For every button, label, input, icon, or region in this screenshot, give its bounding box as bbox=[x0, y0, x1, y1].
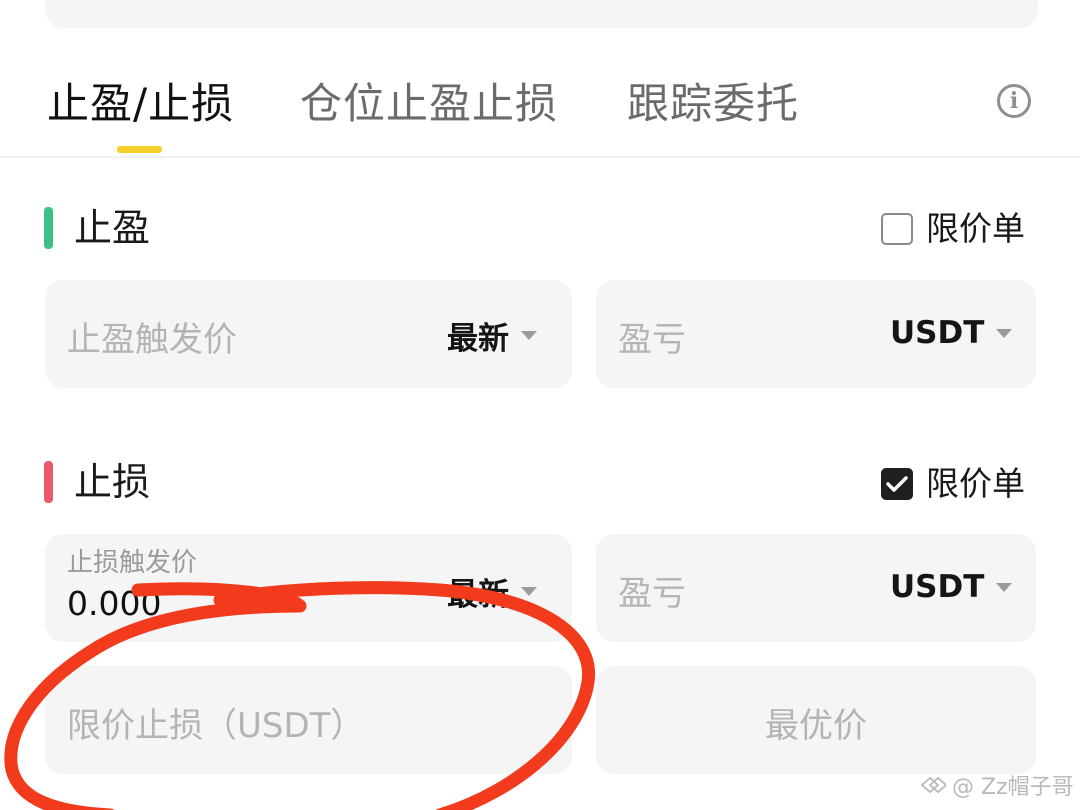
take-profit-unit-label: USDT bbox=[890, 315, 985, 351]
take-profit-pnl-placeholder: 盈亏 bbox=[618, 320, 686, 360]
tab-tp-sl[interactable]: 止盈/止损 bbox=[47, 78, 234, 130]
previous-input-card[interactable] bbox=[45, 0, 1038, 28]
stop-loss-trigger-label: 止损触发价 bbox=[67, 548, 198, 578]
take-profit-trigger-placeholder: 止盈触发价 bbox=[67, 320, 237, 360]
stop-loss-limit-order-toggle[interactable]: 限价单 bbox=[881, 464, 1025, 504]
stop-loss-unit-label: USDT bbox=[890, 569, 985, 605]
chevron-down-icon bbox=[996, 582, 1013, 592]
take-profit-accent-bar bbox=[44, 207, 53, 249]
stop-loss-trigger-value: 0.000 bbox=[67, 584, 162, 623]
chevron-down-icon bbox=[521, 587, 537, 596]
chevron-down-icon bbox=[521, 331, 537, 340]
take-profit-limit-checkbox[interactable] bbox=[881, 213, 913, 245]
active-tab-indicator bbox=[117, 146, 162, 153]
stop-loss-pnl-placeholder: 盈亏 bbox=[618, 574, 686, 614]
watermark-text: @ Zz帽子哥 bbox=[952, 775, 1074, 800]
stop-loss-trigger-price-input[interactable]: 止损触发价 0.000 最新 bbox=[45, 534, 572, 642]
stop-loss-title: 止损 bbox=[74, 460, 151, 504]
take-profit-price-source-dropdown[interactable]: 最新 bbox=[447, 313, 537, 358]
take-profit-title: 止盈 bbox=[74, 206, 151, 250]
stop-loss-limit-checkbox[interactable] bbox=[881, 468, 913, 500]
take-profit-limit-label: 限价单 bbox=[926, 209, 1025, 248]
take-profit-unit-dropdown[interactable]: USDT bbox=[890, 315, 1013, 351]
take-profit-limit-order-toggle[interactable]: 限价单 bbox=[881, 209, 1025, 249]
checkmark-icon bbox=[886, 476, 908, 492]
chevron-down-icon bbox=[996, 328, 1013, 338]
stop-loss-pnl-input[interactable]: 盈亏 USDT bbox=[596, 534, 1036, 642]
tabs-divider bbox=[0, 156, 1080, 158]
stop-loss-unit-dropdown[interactable]: USDT bbox=[890, 569, 1013, 605]
tab-trailing-order[interactable]: 跟踪委托 bbox=[627, 78, 799, 130]
stop-loss-price-source-label: 最新 bbox=[447, 577, 509, 613]
take-profit-price-source-label: 最新 bbox=[447, 321, 509, 357]
take-profit-pnl-input[interactable]: 盈亏 USDT bbox=[596, 280, 1036, 388]
tab-position-tp-sl[interactable]: 仓位止盈止损 bbox=[300, 78, 558, 130]
stop-loss-limit-price-placeholder: 限价止损（USDT） bbox=[67, 706, 365, 746]
watermark: @ Zz帽子哥 bbox=[918, 768, 1074, 802]
best-price-button[interactable]: 最优价 bbox=[596, 666, 1036, 774]
stop-loss-limit-price-input[interactable]: 限价止损（USDT） bbox=[45, 666, 572, 774]
best-price-label: 最优价 bbox=[765, 706, 867, 746]
stop-loss-price-source-dropdown[interactable]: 最新 bbox=[447, 569, 537, 614]
take-profit-trigger-price-input[interactable]: 止盈触发价 最新 bbox=[45, 280, 572, 388]
info-icon[interactable]: i bbox=[997, 84, 1031, 118]
stop-loss-accent-bar bbox=[44, 461, 53, 503]
watermark-logo-icon bbox=[918, 775, 946, 795]
tp-sl-panel: 止盈/止损 仓位止盈止损 跟踪委托 i 止盈 限价单 止盈触发价 最新 盈亏 U… bbox=[0, 0, 1080, 810]
stop-loss-limit-label: 限价单 bbox=[926, 464, 1025, 503]
order-type-tabs: 止盈/止损 仓位止盈止损 跟踪委托 bbox=[0, 70, 1080, 156]
